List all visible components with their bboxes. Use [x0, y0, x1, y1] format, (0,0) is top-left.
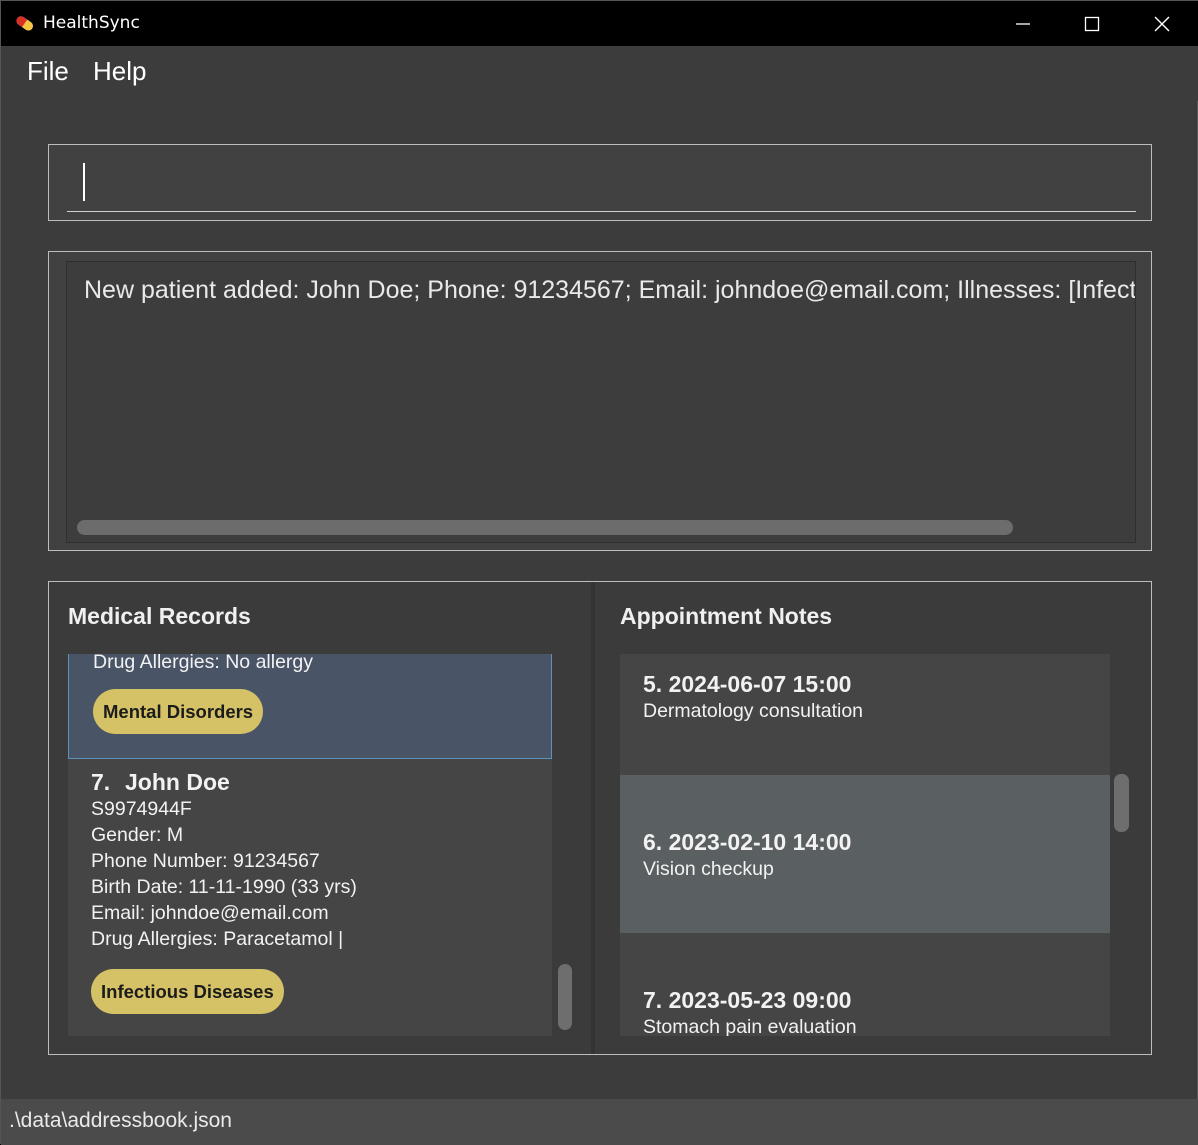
patient-card-selected[interactable]: Drug Allergies: No allergy Mental Disord…	[68, 654, 552, 759]
minimize-button[interactable]	[988, 1, 1058, 46]
patient-drug-allergies: Drug Allergies: Paracetamol |	[91, 928, 344, 950]
status-bar: .\data\addressbook.json	[1, 1099, 1198, 1145]
records-scrollbar[interactable]	[558, 964, 572, 1030]
patient-index: 7.	[91, 769, 111, 795]
patient-gender: Gender: M	[91, 824, 184, 846]
drug-allergies: Drug Allergies: No allergy	[93, 654, 314, 673]
command-box	[48, 144, 1152, 221]
text-caret	[83, 163, 85, 201]
maximize-icon	[1084, 16, 1100, 31]
appointment-description: Stomach pain evaluation	[643, 1016, 857, 1036]
save-file-path: .\data\addressbook.json	[9, 1109, 232, 1132]
appointment-notes-title: Appointment Notes	[620, 603, 833, 629]
appointment-card[interactable]: 7. 2023-05-23 09:00 Stomach pain evaluat…	[620, 933, 1110, 1036]
appointment-title: 5. 2024-06-07 15:00	[643, 671, 852, 697]
appointments-scrollbar[interactable]	[1114, 774, 1129, 832]
command-input[interactable]	[67, 155, 1136, 212]
close-icon	[1154, 16, 1170, 31]
title-bar[interactable]: HealthSync	[1, 1, 1198, 46]
appointment-title: 7. 2023-05-23 09:00	[643, 987, 852, 1013]
medical-records-title: Medical Records	[68, 603, 251, 629]
horizontal-scrollbar[interactable]	[77, 520, 1013, 535]
minimize-icon	[1016, 22, 1030, 25]
menu-bar: File Help	[1, 46, 1198, 101]
menu-file[interactable]: File	[27, 56, 69, 87]
patient-birth-date: Birth Date: 11-11-1990 (33 yrs)	[91, 876, 357, 898]
appointment-card-highlighted[interactable]: 6. 2023-02-10 14:00 Vision checkup	[620, 775, 1110, 933]
result-display[interactable]: New patient added: John Doe; Phone: 9123…	[66, 261, 1136, 543]
patient-email: Email: johndoe@email.com	[91, 902, 329, 924]
appointment-card[interactable]: 5. 2024-06-07 15:00 Dermatology consulta…	[620, 654, 1110, 775]
pill-capsule-icon	[13, 11, 37, 35]
illness-tag: Infectious Diseases	[91, 969, 284, 1014]
close-button[interactable]	[1127, 1, 1197, 46]
result-display-panel: New patient added: John Doe; Phone: 9123…	[48, 251, 1152, 551]
appointment-notes-list[interactable]: 5. 2024-06-07 15:00 Dermatology consulta…	[620, 654, 1110, 1036]
appointment-title: 6. 2023-02-10 14:00	[643, 829, 852, 855]
lists-panel: Medical Records Appointment Notes Drug A…	[48, 581, 1152, 1055]
window-title: HealthSync	[43, 13, 140, 33]
app-window: HealthSync File Help New patient added: …	[0, 0, 1198, 1145]
patient-name: John Doe	[125, 769, 230, 795]
illness-tag: Mental Disorders	[93, 689, 264, 734]
pane-divider[interactable]	[591, 582, 595, 1054]
patient-phone: Phone Number: 91234567	[91, 850, 320, 872]
maximize-button[interactable]	[1057, 1, 1127, 46]
appointment-description: Dermatology consultation	[643, 700, 864, 722]
menu-help[interactable]: Help	[93, 56, 146, 87]
patient-nric: S9974944F	[91, 798, 192, 820]
result-message: New patient added: John Doe; Phone: 9123…	[84, 276, 1136, 304]
medical-records-list[interactable]: Drug Allergies: No allergy Mental Disord…	[68, 654, 552, 1036]
appointment-description: Vision checkup	[643, 858, 774, 880]
